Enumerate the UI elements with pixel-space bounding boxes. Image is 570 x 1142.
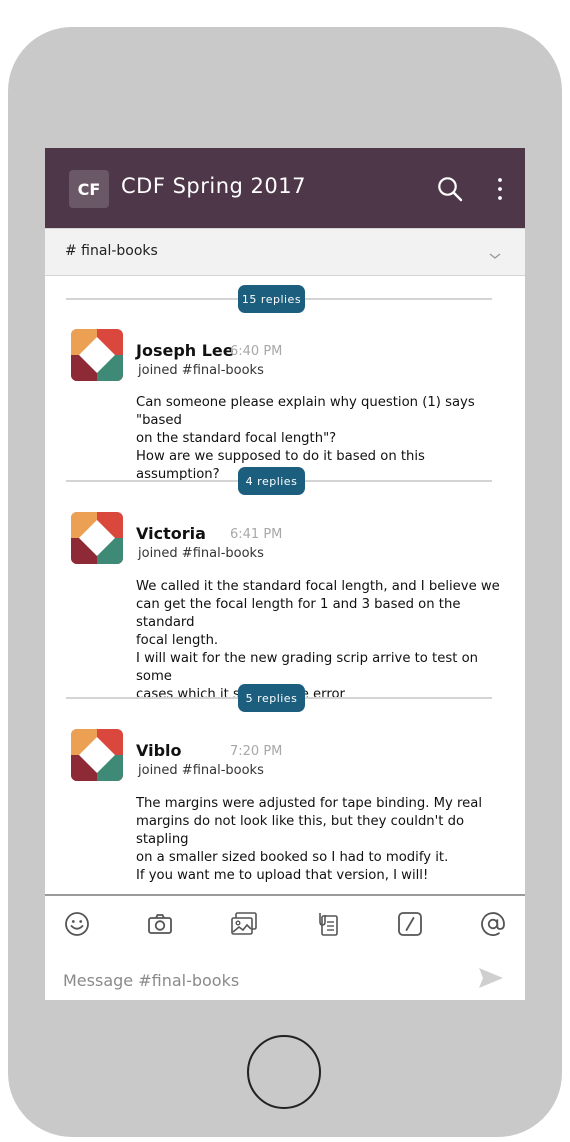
message-body: The margins were adjusted for tape bindi… xyxy=(136,795,500,885)
composer-divider xyxy=(45,894,525,896)
message-subtitle: joined #final-books xyxy=(138,363,264,378)
message-author[interactable]: Viblo xyxy=(136,741,182,760)
message-author[interactable]: Joseph Lee xyxy=(136,341,234,360)
message-time: 6:40 PM xyxy=(230,344,283,359)
message-line: cases which it should give error xyxy=(136,687,345,702)
message-body: Can someone please explain why question … xyxy=(136,394,500,484)
message-author[interactable]: Victoria xyxy=(136,524,206,543)
workspace-title[interactable]: CDF Spring 2017 xyxy=(121,174,306,198)
avatar[interactable] xyxy=(71,512,123,564)
message-subtitle: joined #final-books xyxy=(138,546,264,561)
send-icon[interactable] xyxy=(477,966,505,990)
mention-icon[interactable] xyxy=(479,910,507,938)
image-gallery-icon[interactable] xyxy=(230,910,258,938)
message-line: If you want me to upload that version, I… xyxy=(136,868,429,883)
message-line: We called it the standard focal length, … xyxy=(136,579,500,594)
more-vertical-icon[interactable] xyxy=(493,176,507,202)
app-header: CF CDF Spring 2017 xyxy=(45,148,525,228)
message-line: on a smaller sized booked so I had to mo… xyxy=(136,850,449,865)
message-subtitle: joined #final-books xyxy=(138,763,264,778)
app-screen: CF CDF Spring 2017 # final-books 15 repl… xyxy=(45,148,525,1000)
channel-selector[interactable]: # final-books xyxy=(45,228,525,276)
slash-command-icon[interactable] xyxy=(396,910,424,938)
channel-name: # final-books xyxy=(65,243,158,259)
message-line: The margins were adjusted for tape bindi… xyxy=(136,796,482,811)
message-line: on the standard focal length"? xyxy=(136,431,337,446)
message-line: I will wait for the new grading scrip ar… xyxy=(136,651,478,684)
chevron-down-icon[interactable] xyxy=(489,246,501,259)
message-body: We called it the standard focal length, … xyxy=(136,578,500,704)
workspace-avatar[interactable]: CF xyxy=(69,170,109,208)
home-button[interactable] xyxy=(247,1035,321,1109)
search-icon[interactable] xyxy=(437,176,463,202)
emoji-icon[interactable] xyxy=(63,910,91,938)
message-line: can get the focal length for 1 and 3 bas… xyxy=(136,597,461,630)
message-line: How are we supposed to do it based on th… xyxy=(136,449,425,482)
camera-icon[interactable] xyxy=(146,910,174,938)
replies-button[interactable]: 15 replies xyxy=(238,285,305,313)
message-line: Can someone please explain why question … xyxy=(136,395,475,428)
avatar[interactable] xyxy=(71,729,123,781)
message-input[interactable] xyxy=(61,966,465,994)
replies-button[interactable]: 5 replies xyxy=(238,684,305,712)
message-line: focal length. xyxy=(136,633,219,648)
message-line: margins do not look like this, but they … xyxy=(136,814,465,847)
message-time: 6:41 PM xyxy=(230,527,283,542)
avatar[interactable] xyxy=(71,329,123,381)
message-time: 7:20 PM xyxy=(230,744,283,759)
replies-button[interactable]: 4 replies xyxy=(238,467,305,495)
file-attachment-icon[interactable] xyxy=(313,910,341,938)
